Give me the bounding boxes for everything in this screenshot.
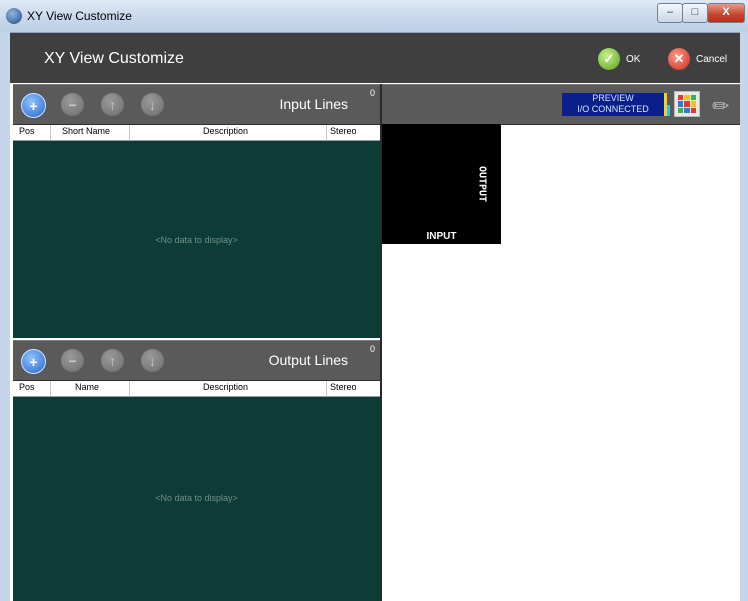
column-header-name[interactable]: Name xyxy=(75,382,99,392)
output-table-header: Pos Name Description Stereo xyxy=(13,381,380,397)
input-axis-label: INPUT xyxy=(426,231,457,242)
remove-input-line-button[interactable]: − xyxy=(61,93,84,116)
window-frame-right xyxy=(740,32,748,601)
column-header-pos[interactable]: Pos xyxy=(19,126,35,136)
cancel-x-icon: ✕ xyxy=(668,48,690,70)
window-titlebar: XY View Customize – □ X xyxy=(0,0,748,33)
input-lines-count: 0 xyxy=(369,88,375,98)
cancel-label: Cancel xyxy=(696,53,728,65)
pencil-icon[interactable]: ✎ xyxy=(707,87,741,121)
output-lines-label: Output Lines xyxy=(268,352,348,368)
remove-output-line-button[interactable]: − xyxy=(61,349,84,372)
move-output-up-button[interactable]: ↑ xyxy=(101,349,124,372)
xy-preview-canvas[interactable]: OUTPUT INPUT xyxy=(382,124,501,244)
page-title: XY View Customize xyxy=(44,50,184,67)
move-input-down-button[interactable]: ↓ xyxy=(141,93,164,116)
window-title: XY View Customize xyxy=(27,9,132,23)
grid-cell xyxy=(690,107,696,113)
preview-toolbar: PREVIEW I/O CONNECTED ✎ xyxy=(382,84,740,125)
grid-cell xyxy=(690,95,696,101)
grid-cell xyxy=(690,101,696,107)
column-header-short-name[interactable]: Short Name xyxy=(62,126,110,136)
column-header-description[interactable]: Description xyxy=(203,126,248,136)
grid-cell xyxy=(684,101,690,107)
color-grid-icon[interactable] xyxy=(674,91,700,117)
add-input-line-button[interactable]: + xyxy=(21,93,46,118)
maximize-button[interactable]: □ xyxy=(682,3,708,23)
ok-button[interactable]: ✓ OK xyxy=(598,48,640,70)
column-header-description[interactable]: Description xyxy=(203,382,248,392)
app-header: XY View Customize ✓ OK ✕ Cancel xyxy=(10,33,740,83)
ok-label: OK xyxy=(626,53,641,65)
grid-cell xyxy=(678,107,684,113)
input-lines-table[interactable]: Pos Short Name Description Stereo <No da… xyxy=(13,125,380,338)
cancel-button[interactable]: ✕ Cancel xyxy=(668,48,727,70)
output-axis-label: OUTPUT xyxy=(476,165,488,203)
app-logo-icon xyxy=(6,8,22,24)
column-header-stereo[interactable]: Stereo xyxy=(330,126,357,136)
grid-cell xyxy=(678,101,684,107)
minimize-button[interactable]: – xyxy=(657,3,683,23)
input-table-header: Pos Short Name Description Stereo xyxy=(13,125,380,141)
column-header-pos[interactable]: Pos xyxy=(19,382,35,392)
grid-cell xyxy=(678,95,684,101)
output-lines-count: 0 xyxy=(369,344,375,354)
output-lines-toolbar: + − ↑ ↓ Output Lines 0 xyxy=(13,340,380,381)
add-output-line-button[interactable]: + xyxy=(21,349,46,374)
checkmark-icon: ✓ xyxy=(598,48,620,70)
preview-status-line2: I/O CONNECTED xyxy=(577,104,649,114)
move-output-down-button[interactable]: ↓ xyxy=(141,349,164,372)
output-empty-message: <No data to display> xyxy=(155,493,238,503)
grid-cell xyxy=(684,95,690,101)
input-lines-toolbar: + − ↑ ↓ Input Lines 0 xyxy=(13,84,380,125)
output-lines-table[interactable]: Pos Name Description Stereo <No data to … xyxy=(13,381,380,601)
input-lines-label: Input Lines xyxy=(279,96,349,112)
preview-status-badge: PREVIEW I/O CONNECTED xyxy=(562,93,670,116)
window-frame-left xyxy=(0,32,10,601)
close-button[interactable]: X xyxy=(707,3,745,23)
input-empty-message: <No data to display> xyxy=(155,235,238,245)
preview-status-line1: PREVIEW xyxy=(592,93,634,103)
move-input-up-button[interactable]: ↑ xyxy=(101,93,124,116)
column-header-stereo[interactable]: Stereo xyxy=(330,382,357,392)
grid-cell xyxy=(684,107,690,113)
